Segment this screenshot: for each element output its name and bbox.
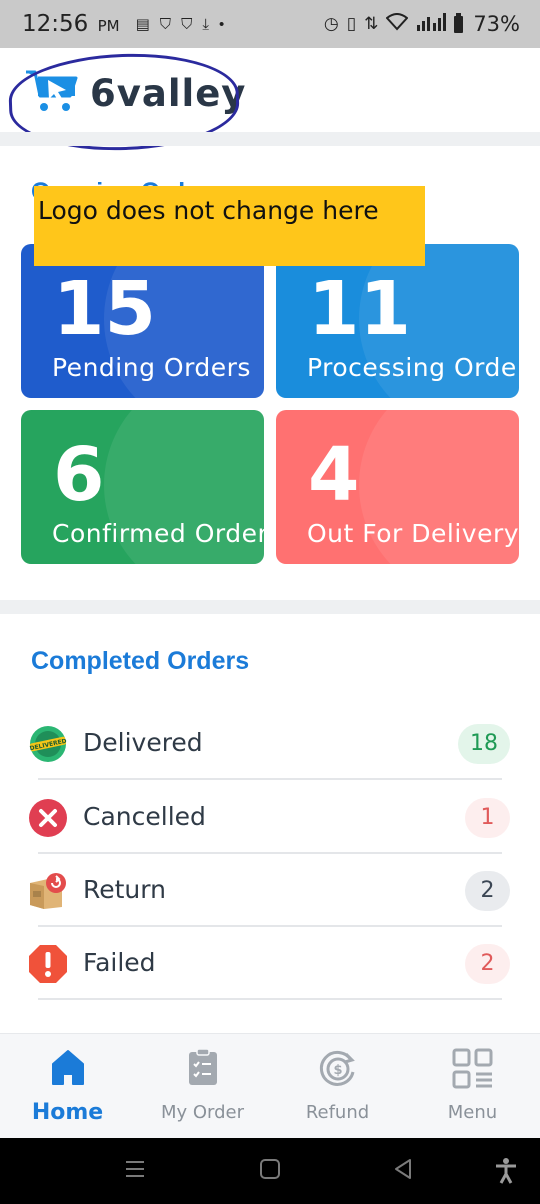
- count-badge: 1: [465, 798, 510, 838]
- count-badge: 2: [465, 871, 510, 911]
- completed-orders-title: Completed Orders: [31, 647, 250, 675]
- logo-text: 6valley: [90, 72, 247, 115]
- cart-logo-icon: [24, 66, 80, 121]
- nav-label: Menu: [447, 1102, 498, 1123]
- count-badge: 2: [465, 944, 510, 984]
- out-for-delivery-card[interactable]: 4 Out For Delivery: [276, 410, 519, 564]
- row-label: Cancelled: [83, 802, 206, 831]
- list-item-cancelled[interactable]: Cancelled 1: [28, 780, 510, 854]
- row-label: Failed: [83, 948, 156, 977]
- nav-label: Refund: [305, 1102, 370, 1123]
- app-header: 6valley: [0, 48, 540, 132]
- battery-percent: 73%: [473, 12, 520, 36]
- row-label: Return: [83, 875, 166, 904]
- card-label: Confirmed Orders: [52, 519, 264, 548]
- dot-icon: •: [218, 15, 225, 33]
- notification-icons: ▤ ⛉ ⛉ ⤓ •: [135, 15, 225, 34]
- shield-icon: ⛉: [159, 15, 172, 33]
- confirmed-orders-card[interactable]: 6 Confirmed Orders: [21, 410, 264, 564]
- card-count: 6: [53, 432, 105, 518]
- refund-icon: $: [318, 1048, 358, 1093]
- section-divider: [0, 600, 540, 614]
- battery-icon: [454, 12, 464, 33]
- nav-menu[interactable]: Menu: [405, 1034, 540, 1139]
- card-count: 4: [308, 432, 360, 518]
- card-label: Pending Orders: [52, 353, 251, 382]
- recent-apps-icon[interactable]: [124, 1158, 146, 1185]
- home-icon: [51, 1048, 85, 1091]
- status-time: 12:56 PM: [22, 11, 120, 37]
- nav-my-order[interactable]: My Order: [135, 1034, 270, 1139]
- wifi-icon: [385, 12, 409, 36]
- home-button-icon[interactable]: [259, 1158, 281, 1185]
- card-count: 11: [308, 266, 411, 352]
- pending-orders-card[interactable]: 15 Pending Orders: [21, 244, 264, 398]
- delivered-badge-icon: DELIVERED: [28, 724, 68, 764]
- annotation-note: Logo does not change here: [34, 186, 425, 266]
- accessibility-icon[interactable]: [494, 1158, 518, 1189]
- back-icon[interactable]: [392, 1158, 414, 1185]
- row-label: Delivered: [83, 728, 203, 757]
- return-box-icon: [28, 871, 68, 911]
- nav-label: My Order: [160, 1102, 245, 1123]
- alarm-icon: ◷: [323, 14, 339, 33]
- data-arrows-icon: ⇅: [364, 14, 379, 33]
- processing-orders-card[interactable]: 11 Processing Orders: [276, 244, 519, 398]
- seller-dashboard: 12:56 PM ▤ ⛉ ⛉ ⤓ • ◷ ▯ ⇅ 73% 6valley Log…: [0, 0, 540, 1204]
- card-label: Out For Delivery: [307, 519, 519, 548]
- card-count: 15: [53, 266, 156, 352]
- cancel-x-icon: [28, 798, 68, 838]
- nav-home[interactable]: Home: [0, 1034, 135, 1139]
- list-item-return[interactable]: Return 2: [28, 853, 510, 927]
- bottom-navigation: Home My Order $ Refund Menu: [0, 1033, 540, 1138]
- system-navigation-bar: [0, 1138, 540, 1204]
- failed-alert-icon: [28, 944, 68, 984]
- row-divider: [38, 998, 502, 1000]
- list-item-delivered[interactable]: DELIVERED Delivered 18: [28, 706, 510, 780]
- list-item-failed[interactable]: Failed 2: [28, 926, 510, 1000]
- vibrate-icon: ▯: [346, 14, 357, 33]
- card-label: Processing Orders: [307, 353, 519, 382]
- system-icons: ◷ ▯ ⇅ 73%: [324, 12, 520, 36]
- menu-grid-icon: [452, 1048, 494, 1095]
- app-logo[interactable]: 6valley: [24, 66, 246, 121]
- nav-refund[interactable]: $ Refund: [270, 1034, 405, 1139]
- status-bar: 12:56 PM ▤ ⛉ ⛉ ⤓ • ◷ ▯ ⇅ 73%: [0, 0, 540, 48]
- message-icon: ▤: [135, 16, 150, 33]
- count-badge: 18: [458, 724, 510, 764]
- download-icon: ⤓: [202, 15, 209, 33]
- section-divider: [0, 132, 540, 146]
- shield-icon: ⛉: [181, 15, 193, 33]
- signal-icon: [416, 12, 447, 36]
- svg-text:$: $: [333, 1063, 342, 1078]
- nav-label: Home: [31, 1100, 104, 1125]
- clipboard-icon: [188, 1048, 218, 1091]
